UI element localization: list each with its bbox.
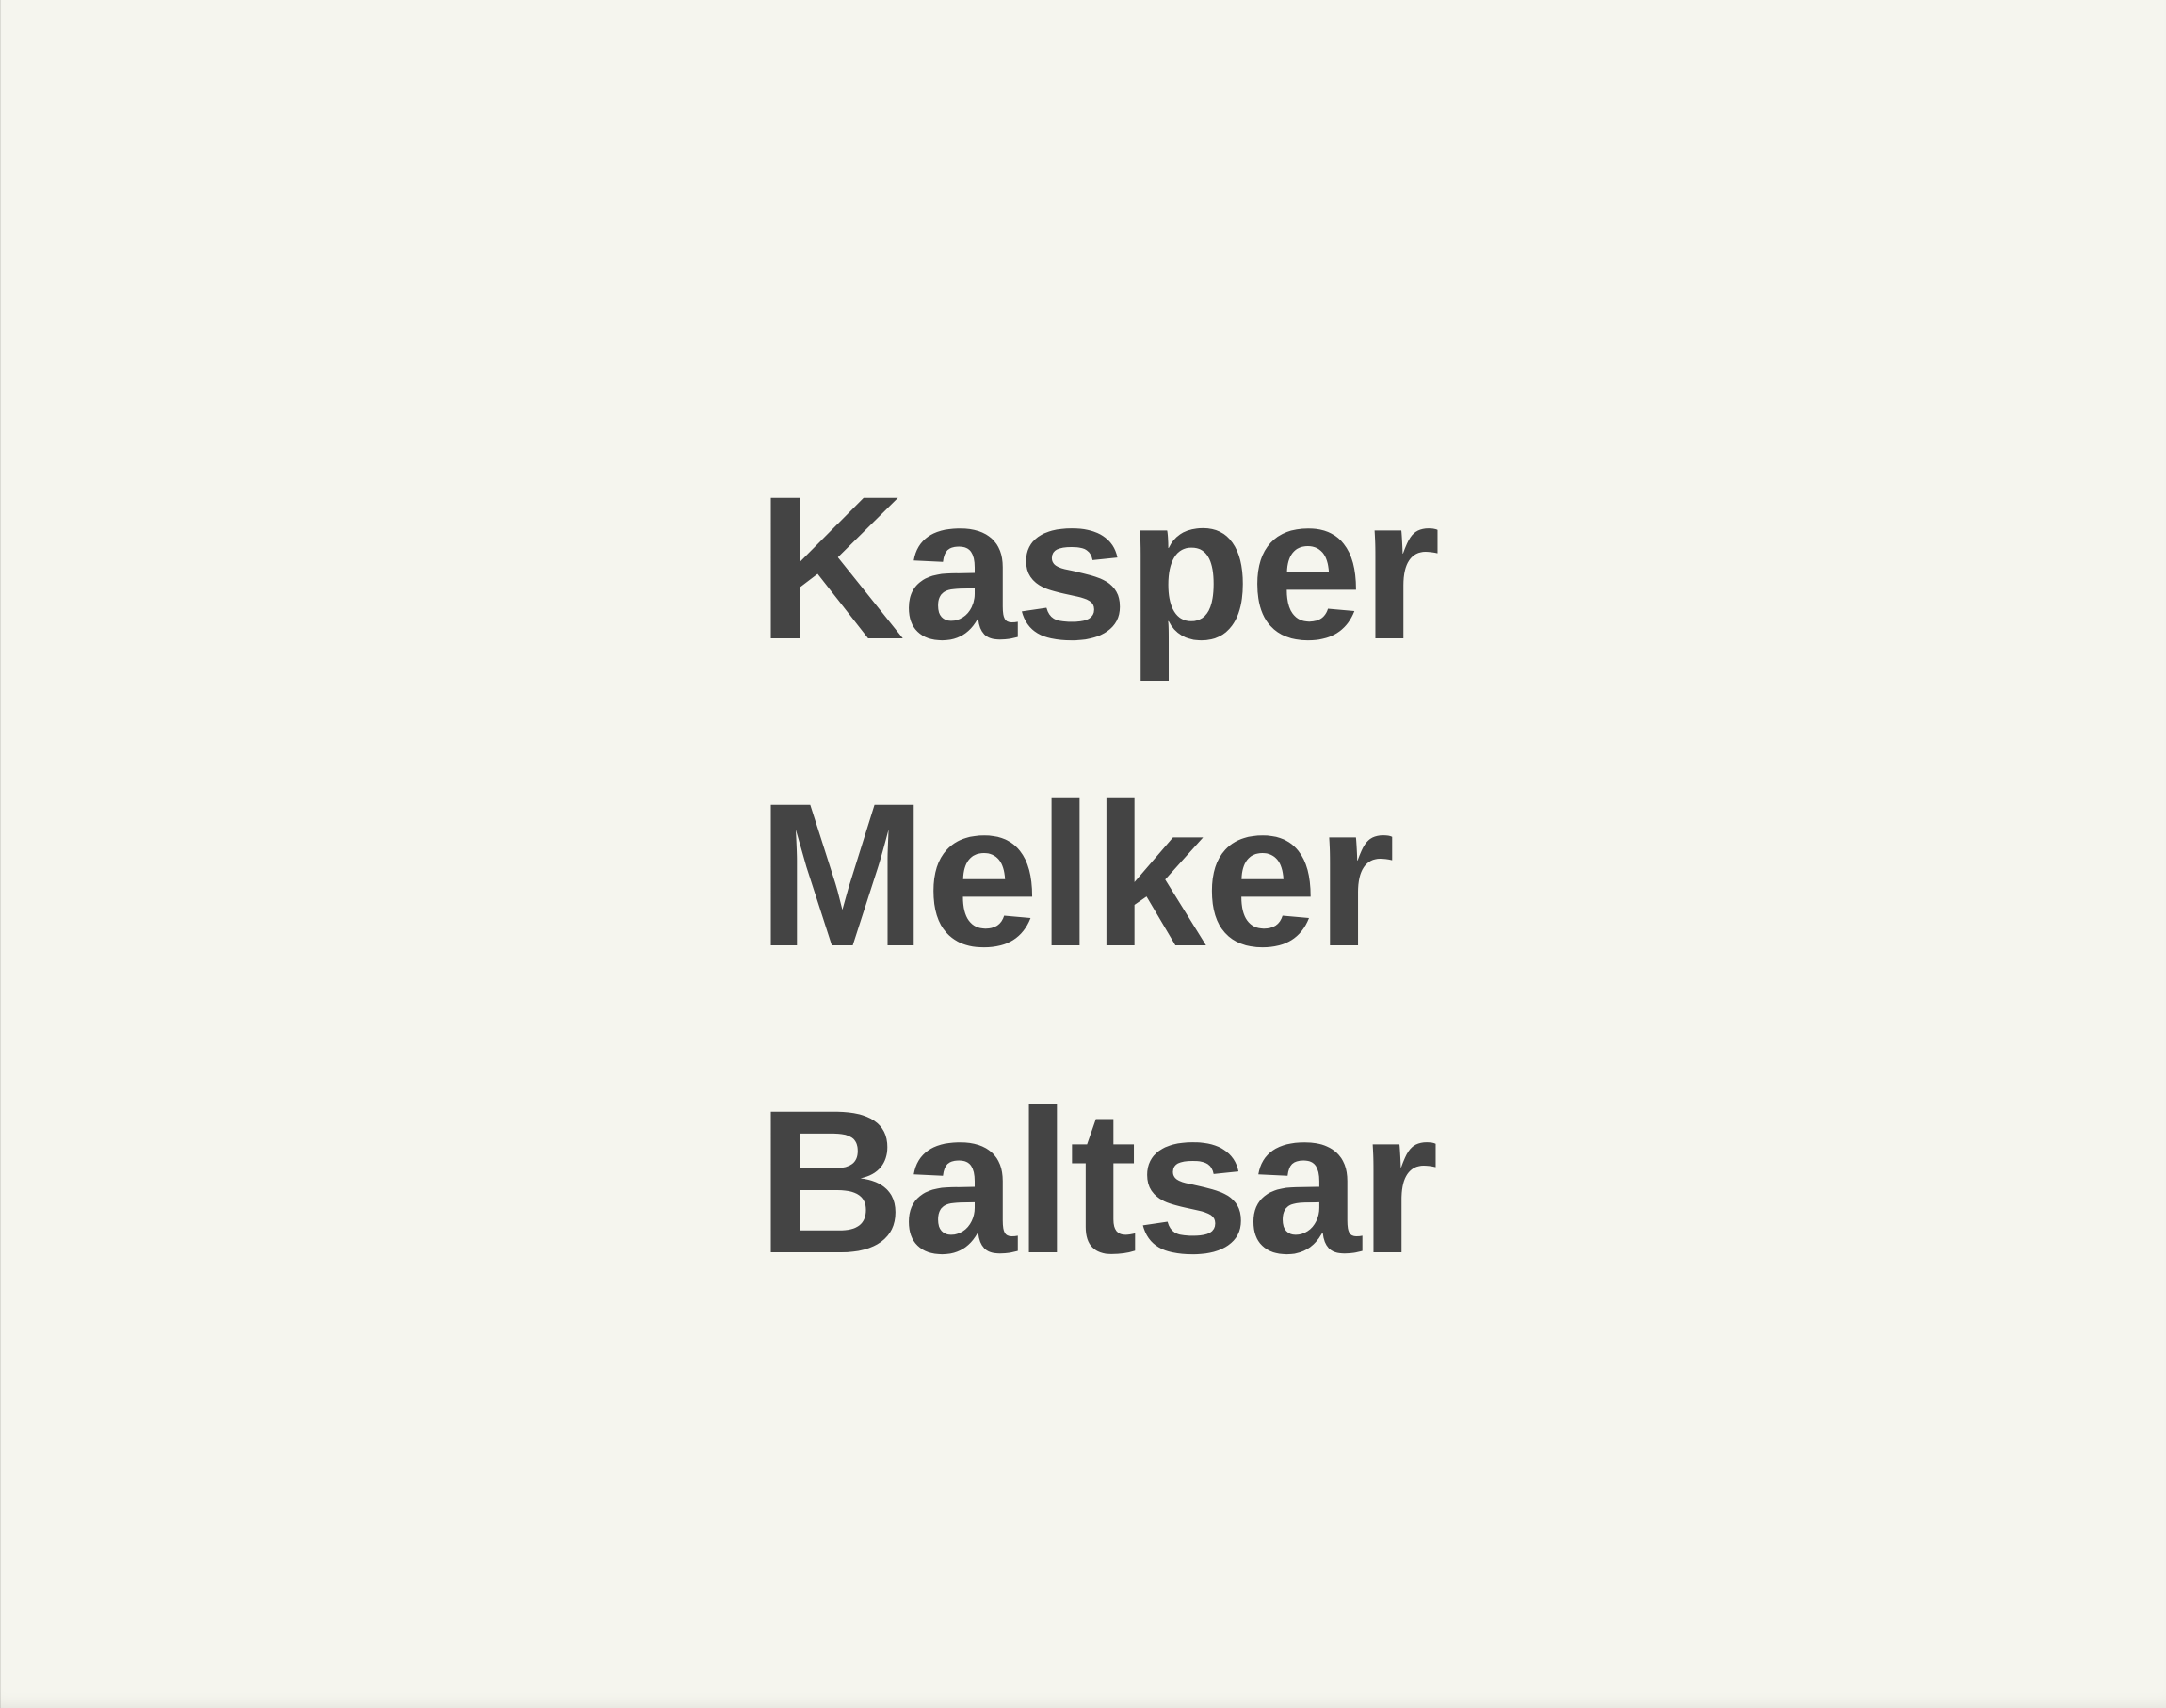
names-list: Kasper Melker Baltsar [757,414,1441,1335]
page-canvas: Kasper Melker Baltsar [0,0,2166,1708]
name-baltsar: Baltsar [757,1068,1439,1296]
name-kasper: Kasper [757,454,1441,682]
name-melker: Melker [757,761,1396,989]
